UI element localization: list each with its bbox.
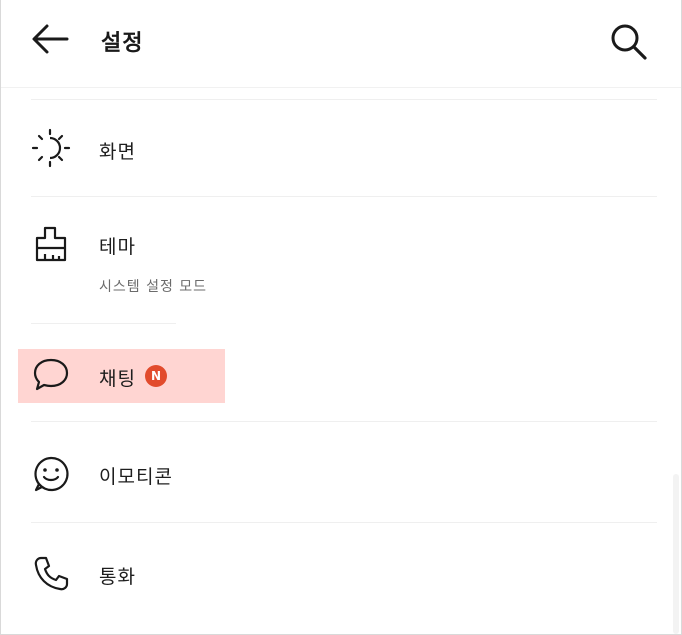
search-icon [611, 24, 647, 60]
scrollbar[interactable] [673, 474, 679, 634]
menu-item-label: 화면 [99, 141, 136, 163]
menu-item-chat[interactable]: 채팅 N [17, 346, 657, 406]
app-header: 설정 [1, 0, 681, 88]
divider [31, 99, 657, 100]
phone-icon [34, 556, 69, 591]
new-badge: N [145, 365, 167, 387]
brightness-icon [31, 128, 71, 168]
menu-item-display[interactable]: 화면 [17, 110, 657, 190]
menu-item-label: 채팅 [99, 368, 136, 390]
divider [31, 196, 657, 197]
menu-item-emoticon[interactable]: 이모티콘 [17, 434, 657, 514]
divider [31, 421, 657, 422]
back-arrow-icon [32, 24, 69, 54]
menu-item-call[interactable]: 통화 [17, 534, 657, 614]
divider [31, 323, 176, 324]
menu-item-label: 테마 [99, 236, 136, 258]
menu-item-label: 이모티콘 [99, 466, 173, 488]
menu-item-label: 통화 [99, 566, 136, 588]
chat-bubble-icon [33, 358, 69, 391]
settings-screen: 설정 화면 테마 시스템 설정 모드 채팅 N 이모티콘 통화 [0, 0, 682, 635]
page-title: 설정 [101, 31, 144, 56]
search-button[interactable] [607, 20, 651, 62]
menu-item-theme[interactable]: 테마 시스템 설정 모드 [17, 210, 657, 310]
brush-icon [35, 226, 67, 262]
back-button[interactable] [29, 21, 73, 57]
divider [31, 522, 657, 523]
menu-item-sublabel: 시스템 설정 모드 [99, 279, 208, 295]
smile-icon [34, 456, 69, 492]
